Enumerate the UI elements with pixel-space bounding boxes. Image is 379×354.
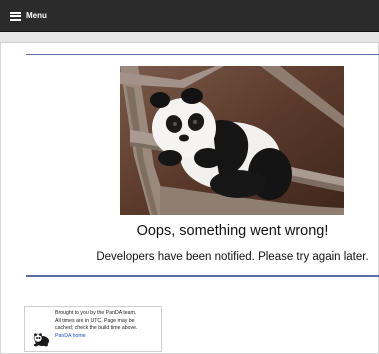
menu-label: Menu — [26, 11, 47, 20]
footer-line: Brought to you by the PanDA team. — [55, 310, 137, 316]
footer-line: All times are in UTC. Page may be — [55, 317, 135, 324]
footer-text: Brought to you by the PanDA team. All ti… — [55, 310, 161, 340]
bottom-divider — [26, 275, 379, 277]
top-divider — [26, 54, 379, 55]
footer-line: cached; check the build time above. — [55, 325, 138, 332]
panda-photo — [120, 66, 344, 215]
error-message: Developers have been notified. Please tr… — [96, 251, 369, 263]
sub-navbar — [0, 32, 379, 43]
panda-logo — [32, 331, 50, 347]
footer-box: Brought to you by the PanDA team. All ti… — [24, 306, 162, 352]
panda-home-link[interactable]: PanDA home — [55, 333, 86, 339]
error-title: Oops, something went wrong! — [136, 223, 329, 239]
top-navbar: Menu — [0, 0, 379, 32]
hamburger-icon — [10, 11, 21, 21]
menu-button[interactable]: Menu — [10, 9, 47, 23]
